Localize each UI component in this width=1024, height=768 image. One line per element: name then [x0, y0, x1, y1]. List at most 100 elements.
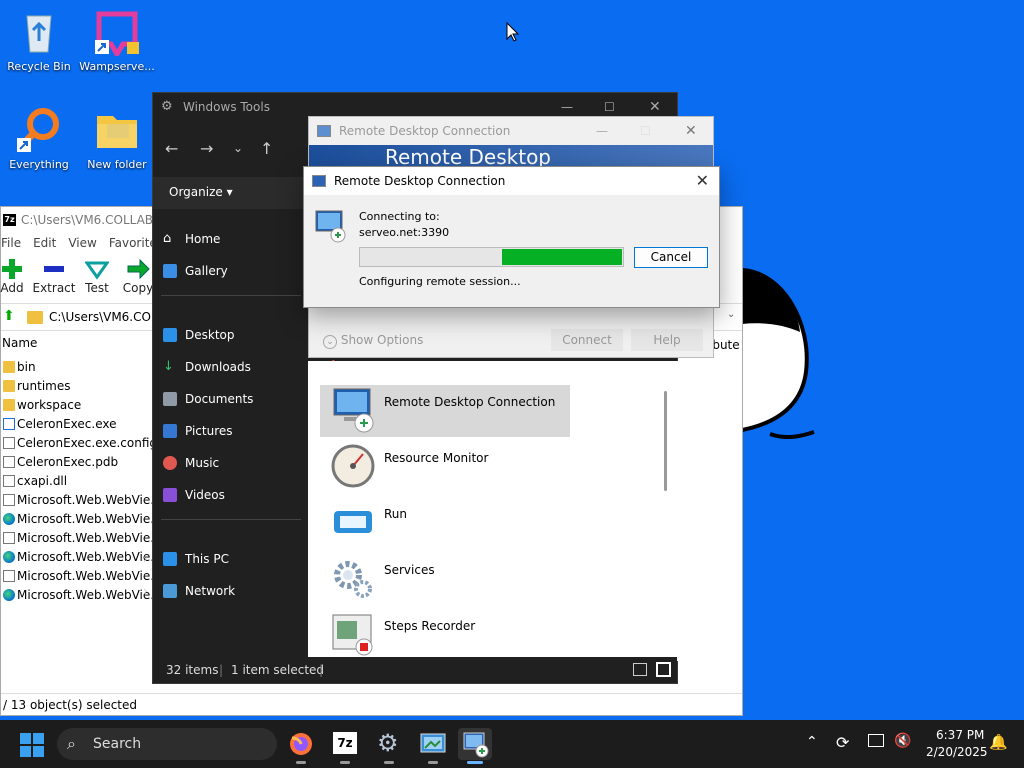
up-arrow-icon[interactable]: ↑: [260, 139, 273, 158]
menu-edit[interactable]: Edit: [33, 236, 56, 250]
file-row[interactable]: cxapi.dll: [1, 472, 161, 491]
file-row[interactable]: workspace: [1, 396, 161, 415]
tool-item-services[interactable]: Services: [326, 553, 576, 607]
large-icons-view-icon[interactable]: [656, 662, 671, 677]
display-icon[interactable]: [868, 734, 884, 747]
control-panel-icon: [420, 733, 446, 753]
sidebar-item-music[interactable]: Music📌: [163, 453, 337, 473]
connect-button[interactable]: Connect: [551, 329, 623, 351]
gear-icon: ⚙: [377, 729, 399, 757]
desktop-icon-wampserver[interactable]: Wampserve...: [78, 8, 156, 73]
taskbar-app-firefox[interactable]: [284, 728, 318, 764]
file-row[interactable]: CeleronExec.exe.config: [1, 434, 161, 453]
column-header-name[interactable]: Name: [2, 336, 37, 350]
file-row[interactable]: CeleronExec.exe: [1, 415, 161, 434]
windows-tools-status-bar: 32 items | 1 item selected |: [153, 657, 677, 683]
menu-view[interactable]: View: [68, 236, 96, 250]
sidebar-item-network[interactable]: › Network: [143, 581, 235, 601]
tool-item-remote-desktop[interactable]: Remote Desktop Connection: [326, 385, 576, 439]
rdc-dialog-title: Remote Desktop Connection: [334, 174, 506, 188]
file-row[interactable]: Microsoft.Web.WebVie...: [1, 510, 162, 529]
extract-button[interactable]: Extract: [31, 257, 77, 295]
taskbar-search-box[interactable]: ⌕ Search: [57, 728, 277, 760]
sidebar-divider: [161, 519, 301, 520]
sidebar-item-gallery[interactable]: Gallery: [163, 261, 228, 281]
sidebar-item-documents[interactable]: Documents📌: [163, 389, 337, 409]
tool-item-steps-recorder[interactable]: Steps Recorder: [326, 609, 576, 663]
cancel-button[interactable]: Cancel: [634, 247, 708, 268]
edge-icon: [3, 513, 15, 525]
desktop-icon-new-folder[interactable]: New folder: [78, 106, 156, 171]
mouse-cursor-icon: [506, 21, 520, 42]
close-button[interactable]: ✕: [685, 117, 697, 145]
chevron-down-icon[interactable]: ⌄: [233, 141, 243, 155]
sync-icon[interactable]: ⟳: [836, 733, 849, 752]
details-view-icon[interactable]: [633, 663, 647, 676]
minimize-button[interactable]: —: [596, 117, 608, 145]
taskbar-app-windows-tools[interactable]: ⚙: [372, 728, 406, 764]
chevron-right-icon[interactable]: ›: [143, 581, 148, 601]
remote-desktop-icon: [312, 175, 326, 187]
forward-arrow-icon[interactable]: →: [200, 139, 213, 158]
active-indicator: [467, 761, 483, 764]
up-folder-icon[interactable]: ⬆: [3, 308, 15, 324]
rdc-main-title: Remote Desktop Connection: [339, 124, 511, 138]
show-options-toggle[interactable]: ⌄ Show Options: [323, 333, 423, 349]
plus-icon: [0, 257, 35, 281]
sidebar-item-this-pc[interactable]: › This PC: [143, 549, 229, 569]
back-arrow-icon[interactable]: ←: [165, 139, 178, 158]
edge-icon: [3, 551, 15, 563]
sidebar-item-home[interactable]: ⌂ Home: [163, 229, 220, 249]
sidebar-item-videos[interactable]: Videos📌: [163, 485, 337, 505]
sidebar-item-pictures[interactable]: Pictures📌: [163, 421, 337, 441]
rdc-main-title-bar[interactable]: Remote Desktop Connection — ☐ ✕: [309, 117, 713, 145]
close-button[interactable]: ✕: [696, 167, 709, 195]
search-placeholder: Search: [93, 736, 142, 752]
remote-desktop-connecting-dialog[interactable]: Remote Desktop Connection ✕ Connecting t…: [303, 166, 720, 308]
desktop-icon-everything[interactable]: Everything: [0, 106, 78, 171]
speaker-muted-icon[interactable]: 🔇: [894, 733, 911, 749]
file-row[interactable]: Microsoft.Web.WebVie...: [1, 567, 162, 586]
file-row[interactable]: Microsoft.Web.WebVie...: [1, 529, 162, 548]
connecting-host: serveo.net:3390: [359, 226, 450, 239]
file-row[interactable]: Microsoft.Web.WebVie...: [1, 491, 162, 510]
file-row[interactable]: runtimes: [1, 377, 161, 396]
desktop-icon-label: New folder: [87, 158, 147, 171]
taskbar-app-control-panel[interactable]: [416, 728, 450, 764]
tool-item-resource-monitor[interactable]: Resource Monitor: [326, 441, 576, 495]
organize-button[interactable]: Organize ▾: [169, 185, 233, 199]
download-icon: ↓: [163, 359, 174, 374]
taskbar-app-remote-desktop[interactable]: [458, 728, 492, 764]
file-row[interactable]: bin: [1, 358, 161, 377]
file-row[interactable]: Microsoft.Web.WebVie...: [1, 586, 162, 605]
scrollbar-thumb[interactable]: [664, 391, 667, 491]
taskbar-app-7zip[interactable]: 7z: [328, 728, 362, 764]
help-button[interactable]: Help: [631, 329, 703, 351]
notification-bell-icon[interactable]: 🔔: [989, 733, 1008, 751]
minus-icon: [31, 257, 77, 281]
file-row[interactable]: Microsoft.Web.WebVie...: [1, 548, 162, 567]
clock-time[interactable]: 6:37 PM: [936, 728, 984, 742]
desktop-icon-recycle-bin[interactable]: Recycle Bin: [0, 8, 78, 73]
file-row[interactable]: CeleronExec.pdb: [1, 453, 161, 472]
chevron-up-icon[interactable]: ⌃: [806, 734, 818, 750]
windows-tools-item-list: Remote Desktop Connection Resource Monit…: [308, 361, 678, 661]
attribute-column-ticks: [739, 357, 742, 597]
progress-fill: [501, 249, 622, 265]
sidebar-item-desktop[interactable]: Desktop📌: [163, 325, 337, 345]
desktop-icon-label: Wampserve...: [79, 60, 155, 73]
chevron-right-icon[interactable]: ›: [143, 549, 148, 569]
document-icon: [3, 475, 15, 487]
chevron-down-icon[interactable]: ⌄: [727, 309, 735, 320]
running-indicator: [340, 761, 350, 764]
test-button[interactable]: Test: [74, 257, 120, 295]
menu-file[interactable]: File: [1, 236, 21, 250]
tool-item-run[interactable]: Run: [326, 497, 576, 551]
network-icon: [163, 584, 177, 598]
start-button[interactable]: [20, 733, 44, 757]
clock-date[interactable]: 2/20/2025: [926, 745, 988, 759]
add-button[interactable]: Add: [0, 257, 35, 295]
sidebar-item-downloads[interactable]: ↓Downloads📌: [163, 357, 337, 377]
document-icon: [3, 570, 15, 582]
rdc-dialog-title-bar[interactable]: Remote Desktop Connection ✕: [304, 167, 719, 195]
